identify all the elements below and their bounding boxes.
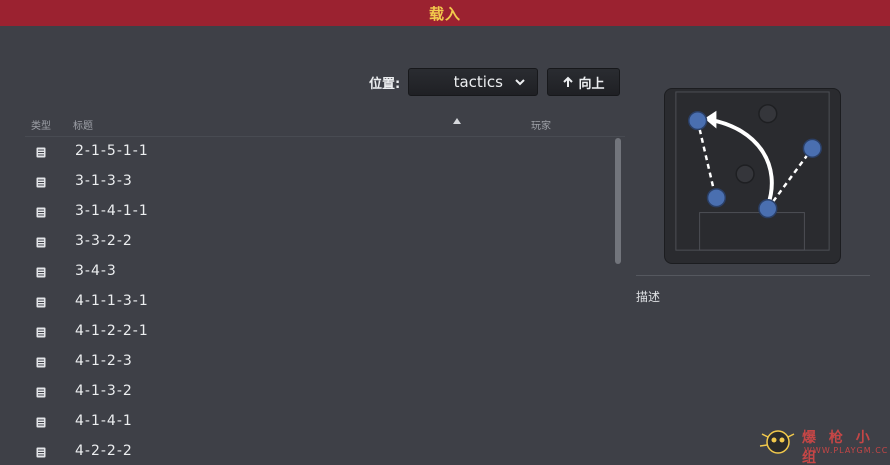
column-player[interactable]: 玩家 [531, 117, 551, 132]
window-titlebar: 载入 [0, 0, 890, 26]
player-marker [758, 198, 778, 219]
file-name: 2-1-5-1-1 [75, 143, 149, 159]
file-row[interactable]: 3-1-3-3 [25, 167, 615, 197]
column-type[interactable]: 类型 [31, 117, 51, 132]
file-row[interactable]: 3-1-4-1-1 [25, 197, 615, 227]
watermark-url: WWW.PLAYGM.CC [804, 446, 889, 455]
up-button-label: 向上 [578, 76, 605, 92]
document-icon [36, 207, 46, 218]
window-title: 载入 [428, 4, 461, 23]
file-name: 4-1-1-3-1 [75, 293, 149, 309]
document-icon [36, 267, 46, 278]
chevron-down-icon [515, 79, 525, 86]
document-icon [36, 327, 46, 338]
file-name: 3-1-4-1-1 [75, 203, 149, 219]
document-icon [36, 417, 46, 428]
penalty-box [699, 212, 805, 251]
file-row[interactable]: 3-4-3 [25, 257, 615, 287]
file-name: 3-3-2-2 [75, 233, 133, 249]
file-row[interactable]: 3-3-2-2 [25, 227, 615, 257]
file-name: 4-1-3-2 [75, 383, 133, 399]
file-row[interactable]: 4-1-3-2 [25, 377, 615, 407]
up-button[interactable]: 向上 [547, 68, 620, 96]
document-icon [36, 297, 46, 308]
file-name: 4-1-2-3 [75, 353, 133, 369]
mascot-logo-icon [759, 430, 795, 454]
sort-ascending-icon[interactable] [453, 117, 461, 125]
player-marker [802, 138, 822, 158]
file-row[interactable]: 4-1-2-2-1 [25, 317, 615, 347]
file-row[interactable]: 2-1-5-1-1 [25, 137, 615, 167]
location-value: tactics [453, 73, 503, 91]
file-name: 4-1-4-1 [75, 413, 133, 429]
file-row[interactable]: 4-1-2-3 [25, 347, 615, 377]
location-label: 位置: [369, 77, 401, 92]
file-row[interactable]: 4-2-2-2 [25, 437, 615, 465]
file-list: 2-1-5-1-1 3-1-3-3 3-1-4-1-1 3-3-2-2 3-4-3 4-1… [25, 137, 615, 465]
up-arrow-icon [563, 76, 574, 87]
document-icon [36, 387, 46, 398]
document-icon [36, 237, 46, 248]
description-label: 描述 [636, 290, 661, 304]
pass-line-left [696, 120, 717, 198]
pass-line-right [766, 147, 814, 210]
column-title[interactable]: 标题 [73, 117, 93, 132]
player-marker [706, 188, 727, 208]
tactic-diagram [675, 91, 830, 251]
location-dropdown[interactable]: tactics [408, 68, 538, 96]
file-name: 3-1-3-3 [75, 173, 133, 189]
document-icon [36, 177, 46, 188]
file-table-header: 类型 标题 玩家 [25, 113, 625, 137]
player-marker [758, 104, 778, 124]
watermark: 爆 枪 小 组 WWW.PLAYGM.CC [756, 424, 887, 465]
tactic-preview [664, 88, 841, 264]
document-icon [36, 147, 46, 158]
divider [636, 275, 870, 276]
file-name: 4-2-2-2 [75, 443, 133, 459]
document-icon [36, 447, 46, 458]
player-marker [735, 164, 755, 184]
document-icon [36, 357, 46, 368]
file-row[interactable]: 4-1-4-1 [25, 407, 615, 437]
file-name: 4-1-2-2-1 [75, 323, 149, 339]
player-marker [687, 110, 708, 131]
file-row[interactable]: 4-1-1-3-1 [25, 287, 615, 317]
scrollbar[interactable] [615, 138, 621, 264]
file-name: 3-4-3 [75, 263, 117, 279]
